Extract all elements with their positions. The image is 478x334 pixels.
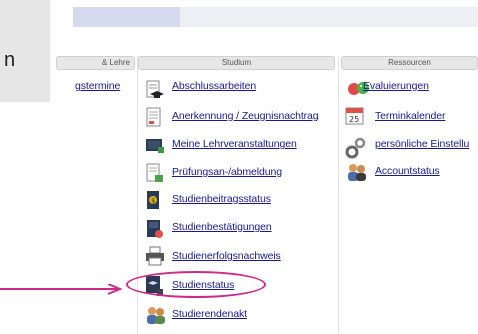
highlight-arrow-icon <box>0 284 123 295</box>
gears-icon <box>345 137 366 159</box>
link-accountstatus[interactable]: Accountstatus <box>375 165 440 177</box>
link-pruefungsanmeldung[interactable]: Prüfungsan-/abmeldung <box>172 166 282 178</box>
calendar-icon: 25 <box>345 106 364 125</box>
link-studierendenakt[interactable]: Studierendenakt <box>172 308 247 320</box>
fee-status-icon: $ <box>146 190 164 209</box>
column-ressourcen: Ressourcen <box>341 56 478 70</box>
link-meine-lehrveranstaltungen[interactable]: Meine Lehrveranstaltungen <box>172 138 297 150</box>
column-header-ressourcen: Ressourcen <box>341 56 478 70</box>
link-abschlussarbeiten[interactable]: Abschlussarbeiten <box>172 80 256 92</box>
link-sprechstundentermine[interactable]: gstermine <box>75 80 120 92</box>
column-divider <box>338 56 339 334</box>
column-lehre: & Lehre <box>56 56 135 70</box>
column-studium: Studium <box>138 56 335 70</box>
link-studienbestaetigungen[interactable]: Studienbestätigungen <box>172 221 272 233</box>
exam-document-icon <box>146 163 164 182</box>
book-icon <box>145 137 164 155</box>
top-navigation-bar <box>73 7 478 27</box>
link-anerkennung-zeugnisnachtrag[interactable]: Anerkennung / Zeugnisnachtrag <box>172 110 319 122</box>
column-header-lehre: & Lehre <box>56 56 135 70</box>
printer-icon <box>145 246 164 266</box>
users-icon <box>347 163 366 181</box>
column-header-studium: Studium <box>138 56 335 70</box>
certificate-icon <box>146 219 164 238</box>
active-tab-segment[interactable] <box>73 7 180 27</box>
link-studienbeitragsstatus[interactable]: Studienbeitragsstatus <box>172 193 271 205</box>
left-sidebar-panel: n <box>0 0 50 102</box>
column-divider <box>137 56 138 334</box>
link-persoenliche-einstellungen[interactable]: persönliche Einstellu <box>375 138 469 150</box>
people-icon <box>145 305 165 324</box>
document-icon <box>146 107 164 127</box>
highlight-ellipse <box>126 271 266 298</box>
link-evaluierungen[interactable]: Evaluierungen <box>363 80 429 92</box>
graduation-cap-icon <box>146 80 164 98</box>
calendar-day-text: 25 <box>349 115 359 124</box>
link-terminkalender[interactable]: Terminkalender <box>375 110 445 122</box>
link-studienerfolgsnachweis[interactable]: Studienerfolgsnachweis <box>172 250 281 262</box>
sidebar-partial-text: n <box>4 49 16 71</box>
svg-text:$: $ <box>151 197 155 205</box>
